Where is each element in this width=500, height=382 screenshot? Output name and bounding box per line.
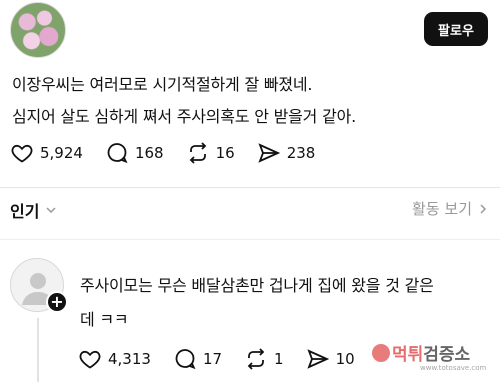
comment-button[interactable]: 168	[105, 141, 164, 165]
heart-icon	[79, 350, 101, 369]
repost-icon	[247, 348, 265, 370]
like-count: 5,924	[40, 144, 83, 162]
comment-icon	[107, 143, 128, 164]
activity-label: 활동 보기	[412, 200, 472, 218]
watermark: 먹튀 검증소 www.totosave.com	[372, 340, 500, 380]
thread-line	[37, 318, 39, 382]
divider	[0, 239, 500, 240]
repost-button[interactable]: 16	[186, 141, 235, 165]
share-count: 238	[286, 144, 316, 162]
activity-link[interactable]: 활동 보기	[412, 198, 488, 219]
watermark-name-dark: 검증소	[423, 345, 471, 365]
sort-label: 인기	[10, 202, 40, 221]
reply-text-line-1: 주사이모는 무슨 배달삼촌만 겁나게 집에 왔을 것 같은	[80, 276, 434, 295]
reply-actions: 4,313 17 1 10	[78, 346, 377, 372]
like-button[interactable]: 5,924	[10, 141, 83, 165]
reply-share-count: 10	[335, 350, 355, 368]
repost-count: 16	[215, 144, 235, 162]
profile-avatar[interactable]	[10, 2, 66, 58]
reply-like-count: 4,313	[108, 350, 151, 368]
send-icon	[258, 143, 280, 163]
post-text-line-1: 이장우씨는 여러모로 시기적절하게 잘 빠졌네.	[12, 75, 313, 94]
divider	[0, 187, 500, 188]
reply-comment-count: 17	[202, 350, 223, 368]
reply-share-button[interactable]: 10	[306, 347, 355, 371]
watermark-logo-icon	[372, 343, 390, 362]
watermark-name-red: 먹튀	[392, 345, 424, 365]
comment-count: 168	[134, 144, 164, 162]
reply-comment-button[interactable]: 17	[173, 347, 222, 371]
comment-icon	[175, 349, 196, 370]
reply-like-button[interactable]: 4,313	[78, 347, 151, 371]
reply-repost-button[interactable]: 1	[244, 347, 284, 371]
follow-button[interactable]: 팔로우	[424, 12, 488, 46]
post-actions: 5,924 168 16 238	[10, 140, 337, 166]
chevron-right-icon	[480, 203, 487, 214]
send-icon	[306, 349, 329, 369]
share-button[interactable]: 238	[257, 141, 316, 165]
post-text-line-2: 심지어 살도 심하게 쪄서 주사의혹도 안 받을거 같아.	[12, 107, 357, 126]
heart-icon	[11, 144, 33, 163]
sort-dropdown[interactable]: 인기	[10, 198, 57, 222]
repost-icon	[189, 142, 206, 164]
watermark-url: www.totosave.com	[420, 364, 487, 372]
chevron-down-icon	[46, 207, 56, 214]
reply-repost-count: 1	[274, 350, 284, 368]
follow-plus-icon[interactable]: +	[46, 291, 68, 313]
reply-text-line-2: 데 ㅋㅋ	[80, 310, 129, 329]
